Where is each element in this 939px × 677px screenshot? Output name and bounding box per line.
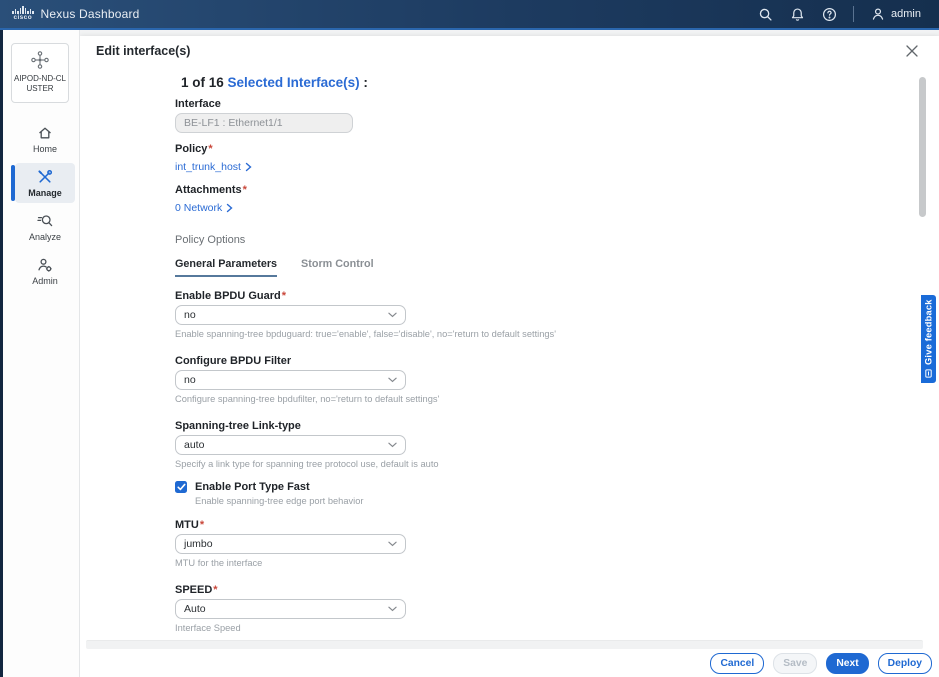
sidebar-item-label: Home: [33, 144, 57, 154]
close-icon[interactable]: [904, 43, 920, 59]
user-menu[interactable]: admin: [870, 6, 921, 22]
policy-options-section-label: Policy Options: [175, 234, 925, 246]
mtu-label: MTU*: [175, 519, 925, 531]
bpdu-guard-select[interactable]: no: [175, 305, 406, 325]
analyze-search-icon: [37, 213, 53, 229]
attachments-link[interactable]: 0 Network: [175, 202, 925, 214]
speed-select[interactable]: Auto: [175, 599, 406, 619]
policy-link[interactable]: int_trunk_host: [175, 161, 925, 173]
tools-icon: [37, 169, 53, 185]
give-feedback-tab[interactable]: Give feedback: [921, 295, 936, 383]
save-button: Save: [773, 653, 817, 674]
sidebar-item-label: Admin: [32, 276, 58, 286]
port-type-fast-checkbox[interactable]: [175, 481, 187, 493]
help-icon[interactable]: [821, 6, 837, 22]
interface-input: [175, 113, 353, 133]
header-divider: [853, 6, 854, 22]
chevron-down-icon: [388, 606, 397, 612]
link-type-helper: Specify a link type for spanning tree pr…: [175, 459, 925, 469]
horizontal-scrollbar[interactable]: [86, 640, 923, 649]
sidebar-item-manage[interactable]: Manage: [15, 163, 75, 203]
search-icon[interactable]: [757, 6, 773, 22]
panel-footer: Cancel Save Next Deploy: [80, 650, 939, 677]
sidebar-item-label: Manage: [28, 188, 62, 198]
mtu-helper: MTU for the interface: [175, 558, 925, 568]
panel-scroll-area: 1 of 16 Selected Interface(s) : Interfac…: [80, 66, 925, 640]
sidebar-item-label: Analyze: [29, 232, 61, 242]
policy-label: Policy*: [175, 143, 925, 155]
bpdu-filter-label: Configure BPDU Filter: [175, 355, 925, 367]
cluster-name: AIPOD-ND-CLUSTER: [14, 74, 66, 95]
speed-label: SPEED*: [175, 584, 925, 596]
sidebar-item-admin[interactable]: Admin: [15, 251, 75, 291]
notifications-bell-icon[interactable]: [789, 6, 805, 22]
cisco-bars-icon: [12, 6, 34, 14]
chevron-down-icon: [388, 541, 397, 547]
tab-general-parameters[interactable]: General Parameters: [175, 258, 277, 277]
vertical-scrollbar[interactable]: [919, 77, 926, 217]
brand: cisco Nexus Dashboard: [12, 6, 140, 22]
feedback-icon: [924, 369, 933, 378]
interface-label: Interface: [175, 98, 925, 110]
bpdu-filter-select[interactable]: no: [175, 370, 406, 390]
chevron-down-icon: [388, 377, 397, 383]
tab-storm-control[interactable]: Storm Control: [301, 258, 374, 277]
cluster-selector[interactable]: AIPOD-ND-CLUSTER: [11, 43, 69, 103]
port-type-fast-label: Enable Port Type Fast: [195, 481, 310, 493]
bpdu-guard-helper: Enable spanning-tree bpduguard: true='en…: [175, 329, 925, 339]
home-icon: [37, 125, 53, 141]
sidebar-item-home[interactable]: Home: [15, 119, 75, 159]
selected-interfaces-link[interactable]: Selected Interface(s): [228, 75, 360, 90]
bpdu-filter-helper: Configure spanning-tree bpdufilter, no='…: [175, 394, 925, 404]
cisco-logo-icon: cisco: [12, 6, 34, 22]
window-left-edge: [0, 30, 3, 677]
cluster-icon: [30, 50, 50, 70]
bpdu-guard-label: Enable BPDU Guard*: [175, 290, 925, 302]
mtu-select[interactable]: jumbo: [175, 534, 406, 554]
selected-interfaces-heading: 1 of 16 Selected Interface(s) :: [181, 75, 925, 90]
policy-options-tabs: General Parameters Storm Control: [175, 258, 925, 277]
next-button[interactable]: Next: [826, 653, 868, 674]
attachments-label: Attachments*: [175, 184, 925, 196]
chevron-right-icon: [226, 203, 233, 213]
link-type-label: Spanning-tree Link-type: [175, 420, 925, 432]
username: admin: [891, 8, 921, 20]
speed-helper: Interface Speed: [175, 623, 925, 633]
chevron-down-icon: [388, 442, 397, 448]
user-icon: [870, 6, 886, 22]
sidebar: AIPOD-ND-CLUSTER Home Manage Analyze Adm…: [3, 30, 80, 677]
port-type-fast-helper: Enable spanning-tree edge port behavior: [195, 496, 925, 506]
product-title: Nexus Dashboard: [41, 7, 140, 21]
deploy-button[interactable]: Deploy: [878, 653, 932, 674]
check-icon: [177, 483, 186, 491]
sidebar-item-analyze[interactable]: Analyze: [15, 207, 75, 247]
cisco-wordmark: cisco: [13, 15, 32, 22]
app-header: cisco Nexus Dashboard admin: [0, 0, 939, 30]
edit-interfaces-panel: Edit interface(s) 1 of 16 Selected Inter…: [80, 36, 939, 677]
chevron-right-icon: [245, 162, 252, 172]
chevron-down-icon: [388, 312, 397, 318]
admin-user-gear-icon: [37, 257, 53, 273]
panel-title: Edit interface(s): [96, 44, 190, 58]
cancel-button[interactable]: Cancel: [710, 653, 764, 674]
link-type-select[interactable]: auto: [175, 435, 406, 455]
